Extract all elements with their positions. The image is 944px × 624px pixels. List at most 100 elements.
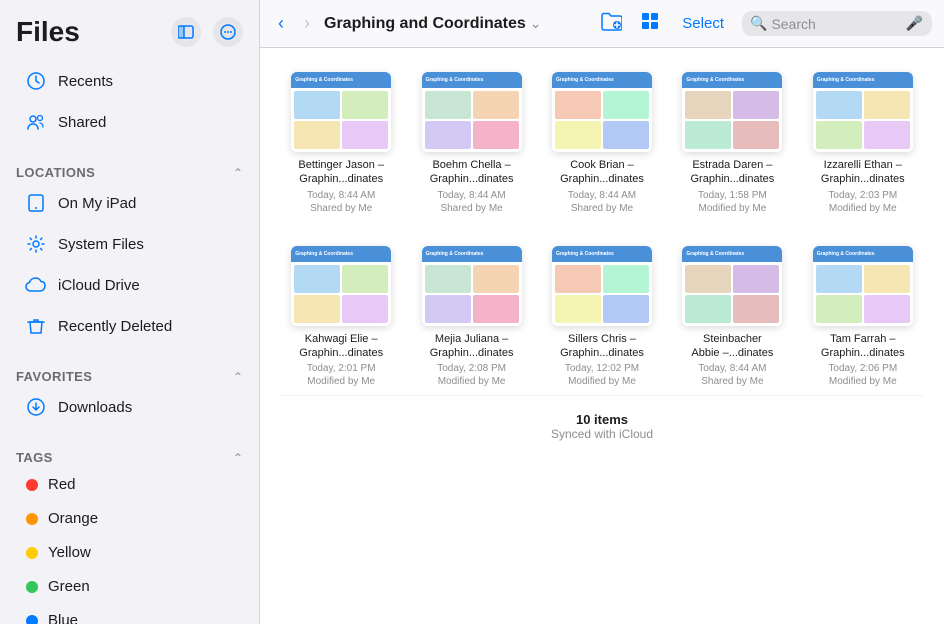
sidebar-item-system-files[interactable]: System Files [8, 224, 251, 264]
sync-status: Synced with iCloud [280, 427, 924, 441]
file-status: Shared by Me [310, 203, 372, 214]
file-status: Shared by Me [571, 203, 633, 214]
file-status: Shared by Me [701, 376, 763, 387]
sidebar-item-icloud-drive[interactable]: iCloud Drive [8, 265, 251, 305]
green-tag-dot [26, 581, 38, 593]
sidebar: Files [0, 0, 260, 624]
doc-header: Graphing & Coordinates [291, 246, 391, 262]
file-thumbnail: Graphing & Coordinates [682, 246, 782, 326]
doc-body [552, 88, 652, 152]
file-item[interactable]: Graphing & Coordinates Cook Brian –Graph… [541, 64, 663, 222]
file-doc: Graphing & Coordinates [813, 246, 913, 326]
search-icon: 🔍 [750, 15, 767, 32]
file-time: Today, 8:44 AM [437, 189, 505, 203]
mic-icon[interactable]: 🎤 [905, 15, 922, 32]
sidebar-item-recents[interactable]: Recents [8, 61, 251, 101]
file-item[interactable]: Graphing & Coordinates SteinbacherAbbie … [671, 238, 793, 396]
favorites-header[interactable]: Favorites ⌃ [0, 363, 259, 386]
locations-header[interactable]: Locations ⌃ [0, 159, 259, 182]
select-button[interactable]: Select [674, 11, 732, 36]
item-count: 10 items [280, 412, 924, 427]
file-item[interactable]: Graphing & Coordinates Mejia Juliana –Gr… [410, 238, 532, 396]
file-doc: Graphing & Coordinates [422, 246, 522, 326]
file-item[interactable]: Graphing & Coordinates Boehm Chella –Gra… [410, 64, 532, 222]
doc-header-text: Graphing & Coordinates [686, 77, 744, 83]
search-input[interactable] [771, 16, 901, 32]
file-thumbnail: Graphing & Coordinates [422, 246, 522, 326]
toolbar-actions: Select 🔍 🎤 [596, 6, 932, 42]
file-item[interactable]: Graphing & Coordinates Estrada Daren –Gr… [671, 64, 793, 222]
doc-cell-4 [603, 121, 649, 149]
tag-green-label: Green [48, 578, 90, 595]
file-time: Today, 2:03 PM [828, 189, 897, 203]
doc-body [291, 88, 391, 152]
shared-label: Shared [58, 114, 106, 131]
file-name: Mejia Juliana –Graphin...dinates [430, 332, 514, 361]
view-options-button[interactable] [636, 7, 664, 41]
new-folder-icon [600, 10, 622, 32]
breadcrumb-chevron[interactable]: ⌄ [530, 15, 542, 32]
sidebar-item-shared[interactable]: Shared [8, 102, 251, 142]
tag-red-label: Red [48, 476, 76, 493]
doc-cell-4 [473, 295, 519, 323]
file-time: Today, 2:08 PM [437, 362, 506, 376]
file-thumbnail: Graphing & Coordinates [552, 72, 652, 152]
new-folder-button[interactable] [596, 6, 626, 42]
doc-body [813, 262, 913, 326]
doc-body [422, 262, 522, 326]
file-item[interactable]: Graphing & Coordinates Tam Farrah –Graph… [802, 238, 924, 396]
doc-header: Graphing & Coordinates [682, 72, 782, 88]
sidebar-icon [178, 25, 194, 39]
doc-cell-3 [294, 295, 340, 323]
recents-icon [24, 69, 48, 93]
sidebar-item-recently-deleted[interactable]: Recently Deleted [8, 306, 251, 346]
locations-title: Locations [16, 165, 95, 180]
sidebar-item-tag-yellow[interactable]: Yellow [8, 536, 251, 569]
doc-header-text: Graphing & Coordinates [426, 77, 484, 83]
footer: 10 items Synced with iCloud [280, 395, 924, 453]
file-status: Modified by Me [438, 376, 506, 387]
forward-button[interactable]: › [298, 9, 316, 38]
sidebar-item-downloads[interactable]: Downloads [8, 387, 251, 427]
doc-cell-2 [603, 91, 649, 119]
more-options-button[interactable] [213, 17, 243, 47]
file-status: Modified by Me [698, 203, 766, 214]
doc-cell-1 [294, 91, 340, 119]
tag-orange-label: Orange [48, 510, 98, 527]
back-button[interactable]: ‹ [272, 9, 290, 38]
file-item[interactable]: Graphing & Coordinates Kahwagi Elie –Gra… [280, 238, 402, 396]
tags-header[interactable]: Tags ⌃ [0, 444, 259, 467]
locations-chevron: ⌃ [233, 166, 243, 180]
file-item[interactable]: Graphing & Coordinates Sillers Chris –Gr… [541, 238, 663, 396]
file-time: Today, 8:44 AM [568, 189, 636, 203]
file-status: Modified by Me [829, 376, 897, 387]
file-item[interactable]: Graphing & Coordinates Bettinger Jason –… [280, 64, 402, 222]
doc-cell-1 [555, 91, 601, 119]
doc-body [813, 88, 913, 152]
file-name: Tam Farrah –Graphin...dinates [821, 332, 905, 361]
search-bar: 🔍 🎤 [742, 11, 932, 36]
doc-body [552, 262, 652, 326]
tag-blue-label: Blue [48, 612, 78, 624]
sidebar-item-on-my-ipad[interactable]: On My iPad [8, 183, 251, 223]
file-name: Cook Brian –Graphin...dinates [560, 158, 644, 187]
doc-cell-2 [733, 91, 779, 119]
sidebar-item-tag-orange[interactable]: Orange [8, 502, 251, 535]
doc-cell-3 [294, 121, 340, 149]
sidebar-item-tag-green[interactable]: Green [8, 570, 251, 603]
doc-header: Graphing & Coordinates [682, 246, 782, 262]
tag-yellow-label: Yellow [48, 544, 91, 561]
doc-cell-1 [816, 91, 862, 119]
file-status: Modified by Me [568, 376, 636, 387]
sidebar-toggle-button[interactable] [171, 17, 201, 47]
file-item[interactable]: Graphing & Coordinates Izzarelli Ethan –… [802, 64, 924, 222]
doc-cell-4 [603, 295, 649, 323]
sidebar-item-tag-red[interactable]: Red [8, 468, 251, 501]
favorites-chevron: ⌃ [233, 370, 243, 384]
doc-header: Graphing & Coordinates [552, 246, 652, 262]
breadcrumb-title: Graphing and Coordinates [324, 15, 526, 33]
orange-tag-dot [26, 513, 38, 525]
sidebar-header: Files [0, 0, 259, 56]
file-doc: Graphing & Coordinates [552, 72, 652, 152]
sidebar-item-tag-blue[interactable]: Blue [8, 604, 251, 624]
